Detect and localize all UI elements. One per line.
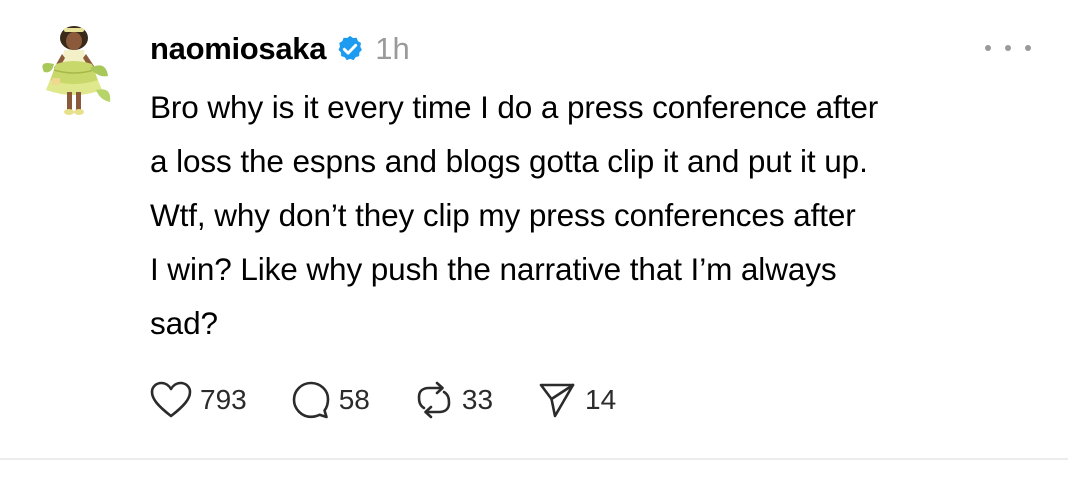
avatar-illustration xyxy=(42,26,111,115)
repost-button[interactable]: 33 xyxy=(414,380,493,420)
action-bar: 793 58 33 14 xyxy=(150,376,660,424)
post-text-line: Bro why is it every time I do a press co… xyxy=(150,89,879,125)
verified-badge-icon xyxy=(335,34,365,64)
post-text: Bro why is it every time I do a press co… xyxy=(150,80,1045,350)
send-icon xyxy=(539,383,575,418)
avatar[interactable] xyxy=(34,20,116,124)
share-count: 14 xyxy=(585,384,617,415)
heart-icon xyxy=(150,381,192,418)
more-options-icon[interactable] xyxy=(985,36,1031,60)
repost-count: 33 xyxy=(461,384,494,415)
post-text-line: I win? Like why push the narrative that … xyxy=(150,251,837,287)
post-text-line: sad? xyxy=(150,305,218,341)
reply-count: 58 xyxy=(338,384,370,415)
like-button[interactable]: 793 xyxy=(150,381,247,419)
post-header: naomiosaka 1h xyxy=(150,24,410,74)
post-divider xyxy=(0,458,1068,460)
reply-button[interactable]: 58 xyxy=(291,380,370,420)
repost-icon xyxy=(417,381,451,419)
timestamp: 1h xyxy=(375,31,410,66)
more-dot xyxy=(985,45,991,51)
post-card: naomiosaka 1h Bro why is it every time I… xyxy=(0,0,1068,460)
username[interactable]: naomiosaka xyxy=(150,31,327,67)
comment-bubble-icon xyxy=(292,381,330,419)
post-text-line: Wtf, why don’t they clip my press confer… xyxy=(150,197,856,233)
post-text-line: a loss the espns and blogs gotta clip it… xyxy=(150,143,868,179)
share-button[interactable]: 14 xyxy=(537,380,616,420)
more-dot xyxy=(1025,45,1031,51)
more-dot xyxy=(1005,45,1011,51)
like-count: 793 xyxy=(200,384,247,415)
